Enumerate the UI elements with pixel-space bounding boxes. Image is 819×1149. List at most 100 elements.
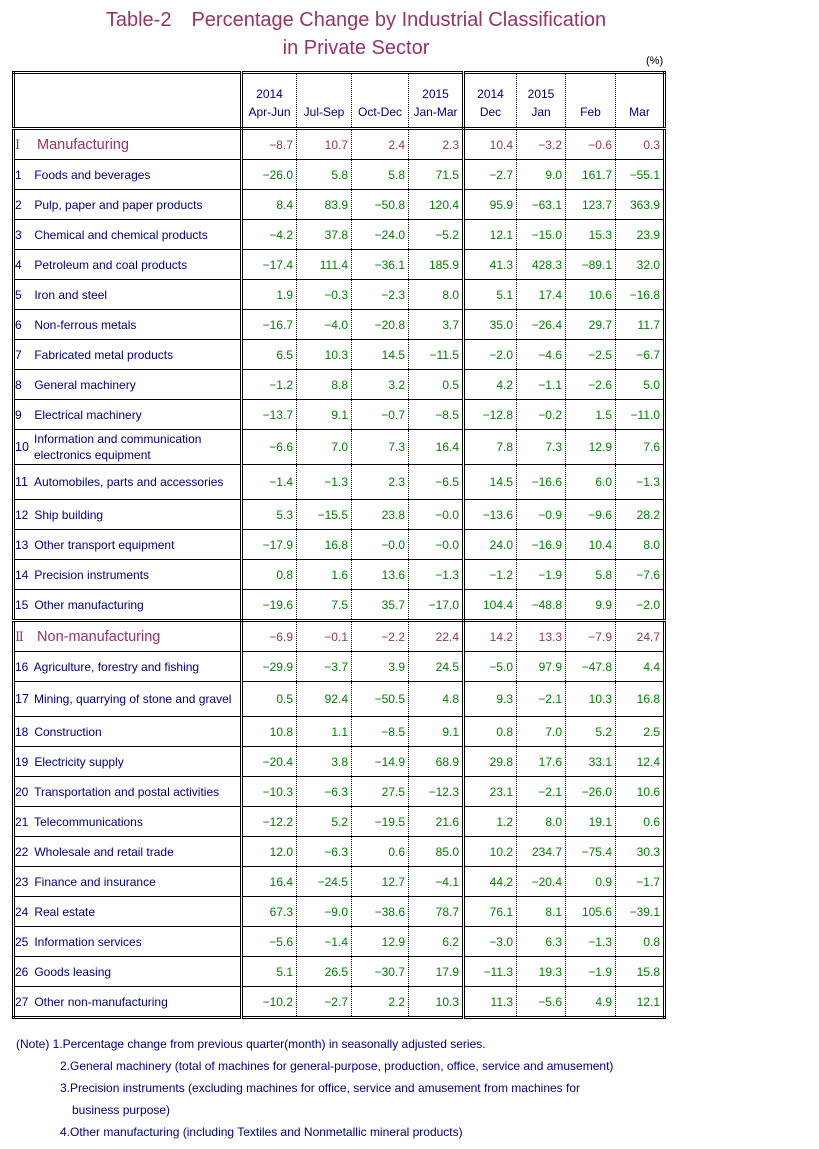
value-cell: 7.5 — [296, 589, 352, 622]
value-cell: −5.6 — [516, 986, 566, 1018]
value-cell: 26.5 — [296, 956, 352, 987]
value-cell: −24.0 — [351, 219, 409, 250]
row-label-text: Electricity supply — [34, 754, 124, 769]
row-label-text: General machinery — [34, 377, 136, 392]
value-cell: 10.6 — [565, 279, 616, 310]
value-cell: −26.4 — [516, 309, 566, 340]
value-cell: −10.2 — [241, 986, 297, 1018]
table-row: 21 Telecommunications −12.2 5.2 −19.5 21.6 1.… — [13, 806, 665, 837]
value-cell: 234.7 — [516, 836, 566, 867]
value-cell: −4.2 — [241, 219, 297, 250]
value-cell: 0.6 — [615, 806, 665, 837]
notes: (Note) 1.Percentage change from previous… — [16, 1033, 613, 1143]
value-cell: −12.8 — [463, 399, 517, 430]
value-cell: 8.4 — [241, 189, 297, 220]
table-row: 10 Information and communication electron… — [13, 429, 665, 465]
value-cell: 19.1 — [565, 806, 616, 837]
value-cell: −0.7 — [351, 399, 409, 430]
value-cell: 105.6 — [565, 896, 616, 927]
value-cell: 11.3 — [463, 986, 517, 1018]
row-label-text: Fabricated metal products — [34, 347, 174, 362]
value-cell: −8.5 — [408, 399, 465, 430]
table-row: 12 Ship building 5.3 −15.5 23.8 −0.0 −13.6 −0.… — [13, 499, 665, 530]
table-row: 18 Construction 10.8 1.1 −8.5 9.1 0.8 7.0 5.2 2.… — [13, 716, 665, 747]
table-row: 5 Iron and steel 1.9 −0.3 −2.3 8.0 5.1 17.4 10.… — [13, 279, 665, 310]
table-row: 15 Other manufacturing −19.6 7.5 35.7 −17.0 1… — [13, 589, 665, 622]
value-cell: 16.4 — [408, 429, 465, 465]
row-label: 8 General machinery — [13, 369, 243, 400]
value-cell: 5.1 — [463, 279, 517, 310]
value-cell: 3.8 — [296, 746, 352, 777]
value-cell: −26.0 — [241, 159, 297, 190]
value-cell: 12.9 — [565, 429, 616, 465]
row-label: 13 Other transport equipment — [13, 529, 243, 560]
row-code: 10 — [15, 440, 29, 454]
value-cell: 120.4 — [408, 189, 465, 220]
row-code: 12 — [15, 507, 29, 522]
note-3: 3.Precision instruments (excluding machi… — [60, 1081, 581, 1095]
row-label-text: Real estate — [34, 904, 96, 919]
table-row: 1 Foods and beverages −26.0 5.8 5.8 71.5 −2.7… — [13, 159, 665, 190]
value-cell: −4.1 — [408, 866, 465, 897]
row-code: 23 — [15, 874, 29, 889]
value-cell: 6.5 — [241, 339, 297, 370]
row-label: 5 Iron and steel — [13, 279, 243, 310]
value-cell: 3.7 — [408, 309, 465, 340]
value-cell: −16.8 — [615, 279, 665, 310]
table-row: 7 Fabricated metal products 6.5 10.3 14.5 −1… — [13, 339, 665, 370]
value-cell: 17.9 — [408, 956, 465, 987]
value-cell: 8.0 — [615, 529, 665, 560]
row-label-text: Pulp, paper and paper products — [34, 197, 203, 212]
value-cell: 12.7 — [351, 866, 409, 897]
percentage-change-table: 2014 Apr-Jun Jul-Sep Oct-Dec 2015 Jan-Mar … — [12, 71, 666, 1019]
row-label-text: Precision instruments — [34, 567, 150, 582]
row-label: 27 Other non-manufacturing — [13, 986, 243, 1018]
value-cell: −19.6 — [241, 589, 297, 622]
note-2: 2.General machinery (total of machines f… — [60, 1059, 614, 1073]
value-cell: 1.1 — [296, 716, 352, 747]
table-row: 2 Pulp, paper and paper products 8.4 83.9−… — [13, 189, 665, 220]
table-row: 26 Goods leasing 5.1 26.5 −30.7 17.9 −11.3 19.… — [13, 956, 665, 987]
table-row: 3 Chemical and chemical products −4.2 37.8… — [13, 219, 665, 250]
row-code: 19 — [15, 754, 29, 769]
row-label-text: Agriculture, forestry and fishing — [33, 659, 200, 674]
value-cell: 19.3 — [516, 956, 566, 987]
value-cell: 32.0 — [615, 249, 665, 280]
value-cell: 7.0 — [516, 716, 566, 747]
row-label: 4 Petroleum and coal products — [13, 249, 243, 280]
value-cell: 37.8 — [296, 219, 352, 250]
column-header: 2015 Jan-Mar — [408, 72, 465, 130]
row-label-text: Wholesale and retail trade — [34, 844, 174, 859]
row-label: 20 Transportation and postal activities — [13, 776, 243, 807]
value-cell: 16.4 — [241, 866, 297, 897]
value-cell: 5.0 — [615, 369, 665, 400]
value-cell: 7.8 — [463, 429, 517, 465]
row-label: 11 Automobiles, parts and accessories — [13, 464, 243, 500]
value-cell: −5.0 — [463, 651, 517, 682]
value-cell: −12.3 — [408, 776, 465, 807]
row-label-text: Other non-manufacturing — [34, 994, 168, 1009]
value-cell: 12.4 — [615, 746, 665, 777]
value-cell: −2.0 — [463, 339, 517, 370]
row-label-text: Chemical and chemical products — [34, 227, 208, 242]
value-cell: 83.9 — [296, 189, 352, 220]
value-cell: 9.0 — [516, 159, 566, 190]
value-cell: 2.2 — [351, 986, 409, 1018]
value-cell: −12.2 — [241, 806, 297, 837]
value-cell: −3.2 — [516, 128, 566, 160]
value-cell: −47.8 — [565, 651, 616, 682]
value-cell: 1.2 — [463, 806, 517, 837]
value-cell: 24.0 — [463, 529, 517, 560]
value-cell: 21.6 — [408, 806, 465, 837]
table-row: 13 Other transport equipment −17.9 16.8 −0.… — [13, 529, 665, 560]
value-cell: 9.1 — [408, 716, 465, 747]
value-cell: −15.5 — [296, 499, 352, 530]
value-cell: −6.5 — [408, 464, 465, 500]
row-label: Ⅰ Manufacturing — [13, 128, 243, 160]
value-cell: 15.8 — [615, 956, 665, 987]
value-cell: 28.2 — [615, 499, 665, 530]
value-cell: −13.6 — [463, 499, 517, 530]
note-3-continued: business purpose) — [72, 1103, 171, 1117]
row-label: 9 Electrical machinery — [13, 399, 243, 430]
value-cell: −39.1 — [615, 896, 665, 927]
